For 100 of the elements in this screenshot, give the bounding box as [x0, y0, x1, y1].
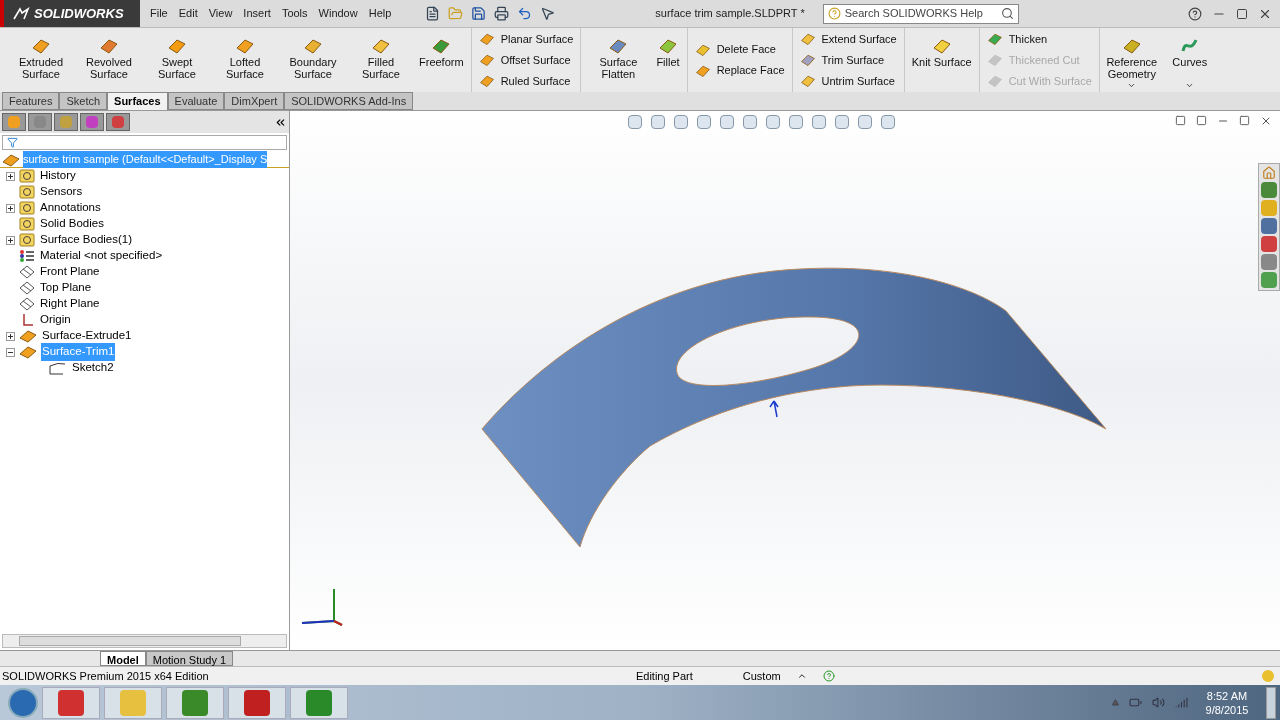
menu-item[interactable]: Window	[314, 5, 362, 22]
tree-item[interactable]: Material <not specified>	[39, 247, 164, 265]
save-icon[interactable]	[471, 6, 487, 21]
tree-item[interactable]: Origin	[39, 311, 72, 329]
view-tool-icon[interactable]	[881, 115, 895, 129]
menu-item[interactable]: Edit	[174, 5, 202, 22]
tray-expand-icon[interactable]	[1112, 699, 1119, 706]
view-tool-icon[interactable]	[858, 115, 872, 129]
panel-tab-icon[interactable]	[106, 113, 130, 131]
command-tab[interactable]: Sketch	[59, 92, 108, 110]
ribbon-command[interactable]: Knit Surface	[907, 28, 976, 92]
ribbon-command[interactable]: Replace Face	[692, 61, 787, 80]
tree-item[interactable]: Annotations	[39, 199, 102, 217]
tile-icon[interactable]	[1196, 115, 1207, 126]
ribbon-command[interactable]: Filled Surface	[347, 28, 415, 92]
expand-toggle[interactable]	[6, 235, 15, 245]
tree-item[interactable]: Surface Bodies(1)	[39, 231, 134, 249]
ribbon-command[interactable]: Boundary Surface	[279, 28, 347, 92]
ribbon-command[interactable]: Reference Geometry	[1102, 28, 1161, 92]
ribbon-command[interactable]: Curves	[1160, 28, 1219, 92]
panel-tab-icon[interactable]	[2, 113, 26, 131]
view-tool-icon[interactable]	[812, 115, 826, 129]
restore-icon[interactable]	[1239, 115, 1250, 126]
view-tool-icon[interactable]	[720, 115, 734, 129]
help-icon[interactable]	[1188, 6, 1202, 21]
ribbon-command[interactable]: Trim Surface	[797, 51, 899, 69]
command-tab[interactable]: Evaluate	[167, 92, 225, 110]
expand-toggle[interactable]	[6, 331, 15, 341]
command-tab[interactable]: Features	[2, 92, 60, 110]
signal-icon[interactable]	[1175, 696, 1188, 709]
open-folder-icon[interactable]	[448, 6, 464, 21]
menu-item[interactable]: View	[204, 5, 237, 22]
view-tool-icon[interactable]	[789, 115, 803, 129]
tree-item[interactable]: Top Plane	[39, 279, 93, 297]
select-icon[interactable]	[540, 6, 556, 21]
model-tab[interactable]: Motion Study 1	[145, 651, 234, 666]
task-pane-icon[interactable]	[1261, 254, 1277, 270]
volume-icon[interactable]	[1152, 696, 1165, 709]
command-tab[interactable]: SOLIDWORKS Add-Ins	[284, 92, 414, 110]
view-tool-icon[interactable]	[835, 115, 849, 129]
menu-item[interactable]: Tools	[277, 5, 312, 22]
tree-item[interactable]: Solid Bodies	[39, 215, 105, 233]
filter-field[interactable]	[2, 135, 287, 150]
task-pane-icon[interactable]	[1261, 236, 1277, 252]
tree-item[interactable]: History	[39, 167, 77, 185]
task-pane-icon[interactable]	[1261, 200, 1277, 216]
ribbon-command[interactable]: Lofted Surface	[211, 28, 279, 92]
ribbon-command[interactable]: Freeform	[415, 28, 468, 92]
tree-item[interactable]: Front Plane	[39, 263, 101, 281]
menu-item[interactable]: Insert	[239, 5, 275, 22]
taskbar-app[interactable]	[228, 686, 286, 719]
view-tool-icon[interactable]	[697, 115, 711, 129]
expand-toggle[interactable]	[6, 171, 15, 181]
taskbar-app[interactable]	[166, 686, 224, 719]
model-tab[interactable]: Model	[100, 651, 146, 666]
collapse-toggle[interactable]	[6, 347, 15, 357]
battery-icon[interactable]	[1129, 696, 1142, 709]
ribbon-command[interactable]: Untrim Surface	[797, 72, 899, 90]
clock[interactable]: 8:52 AM 9/8/2015	[1198, 688, 1256, 717]
ribbon-command[interactable]: Delete Face	[692, 40, 787, 59]
new-document-icon[interactable]	[425, 6, 441, 21]
ribbon-command[interactable]: Ruled Surface	[476, 72, 576, 90]
task-pane-icon[interactable]	[1261, 218, 1277, 234]
caret-icon[interactable]	[796, 671, 807, 681]
ribbon-command[interactable]: Surface Flatten	[584, 28, 653, 92]
panel-tab-icon[interactable]	[54, 113, 78, 131]
expand-toggle[interactable]	[6, 203, 15, 213]
ribbon-command[interactable]: Planar Surface	[476, 30, 576, 48]
undo-icon[interactable]	[517, 6, 533, 21]
menu-item[interactable]: File	[146, 5, 172, 22]
taskbar-app[interactable]	[290, 686, 348, 719]
tree-item[interactable]: Surface-Extrude1	[41, 327, 133, 345]
task-pane-icon[interactable]	[1261, 182, 1277, 198]
panel-tab-icon[interactable]	[80, 113, 104, 131]
ribbon-command[interactable]: Fillet	[652, 28, 684, 92]
view-tool-icon[interactable]	[651, 115, 665, 129]
ribbon-command[interactable]: Extend Surface	[797, 30, 899, 48]
view-tool-icon[interactable]	[674, 115, 688, 129]
close-icon[interactable]	[1260, 115, 1272, 127]
start-button[interactable]	[8, 687, 38, 718]
home-icon[interactable]	[1262, 166, 1276, 180]
tile-icon[interactable]	[1175, 115, 1186, 126]
menu-item[interactable]: Help	[364, 5, 396, 22]
ribbon-command[interactable]: Offset Surface	[476, 51, 576, 69]
panel-tab-icon[interactable]	[28, 113, 52, 131]
maximize-icon[interactable]	[1236, 7, 1248, 20]
task-pane-icon[interactable]	[1261, 272, 1277, 288]
view-tool-icon[interactable]	[628, 115, 642, 129]
scrollbar-thumb[interactable]	[19, 636, 241, 646]
ribbon-command[interactable]: Swept Surface	[143, 28, 211, 92]
help-search-field[interactable]: Search SOLIDWORKS Help	[822, 3, 1019, 24]
tree-item[interactable]: Sketch2	[71, 359, 115, 377]
ribbon-command[interactable]: Thicken	[984, 30, 1094, 48]
command-tab[interactable]: DimXpert	[224, 92, 285, 110]
tree-item[interactable]: Sensors	[39, 183, 84, 201]
tree-item[interactable]: Right Plane	[39, 295, 101, 313]
show-desktop-button[interactable]	[1266, 686, 1276, 719]
ribbon-command[interactable]: Extruded Surface	[7, 28, 75, 92]
print-icon[interactable]	[494, 6, 510, 21]
view-tool-icon[interactable]	[766, 115, 780, 129]
